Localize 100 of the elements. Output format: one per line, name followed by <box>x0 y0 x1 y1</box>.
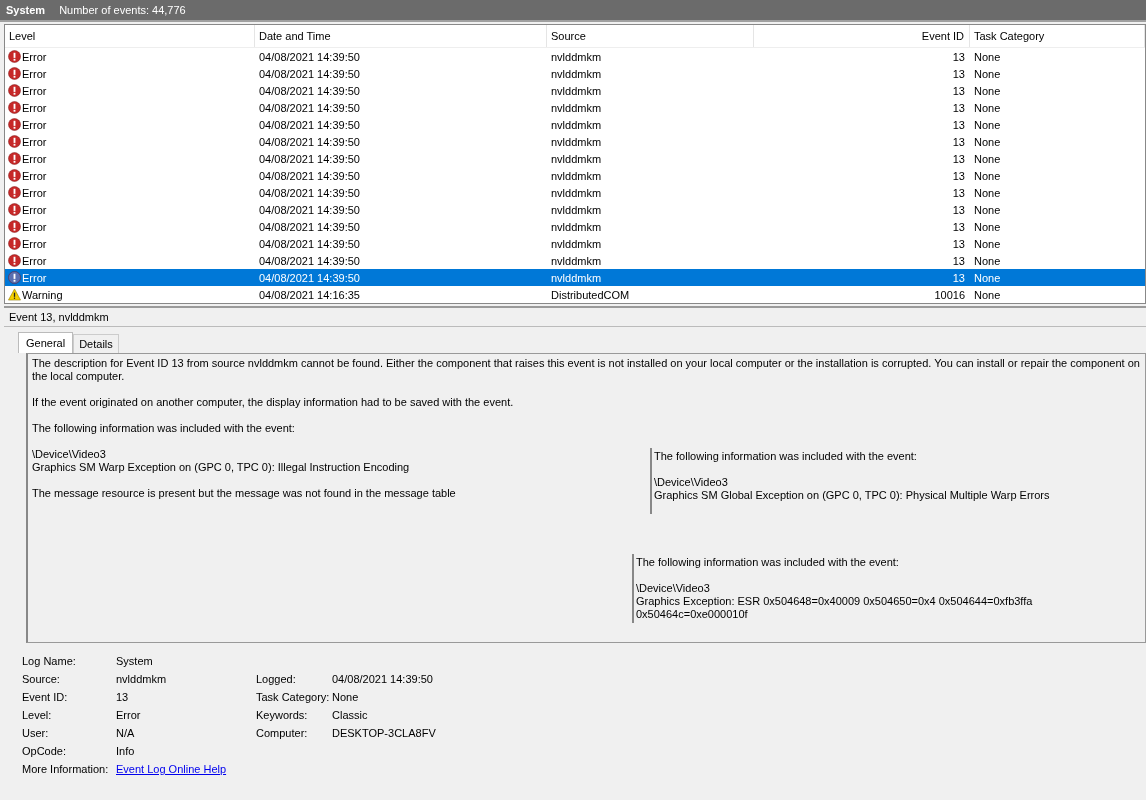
event-row[interactable]: Error 04/08/2021 14:39:50 nvlddmkm 13 None <box>5 201 1145 218</box>
event-id-cell-text: 13 <box>951 101 966 114</box>
event-row[interactable]: Error 04/08/2021 14:39:50 nvlddmkm 13 None <box>5 167 1145 184</box>
field-label: Logged: <box>256 673 297 686</box>
source-cell-text: nvlddmkm <box>550 169 603 182</box>
column-header[interactable]: Event ID <box>754 25 970 47</box>
error-icon <box>8 220 21 233</box>
level-text: Error <box>22 169 47 182</box>
event-row[interactable]: Error 04/08/2021 14:39:50 nvlddmkm 13 None <box>5 116 1145 133</box>
category-cell-text: None <box>973 152 1002 165</box>
level-text: Error <box>22 118 47 131</box>
info-line: Graphics Exception: ESR 0x504648=0x40009 0x504650=0x4 0x504644=0xfb3ffa 0x50464c=0xe000010f <box>636 595 1034 621</box>
event-id-cell-text: 13 <box>951 186 966 199</box>
error-icon <box>8 67 21 80</box>
event-row[interactable]: Error 04/08/2021 14:39:50 nvlddmkm 13 None <box>5 82 1145 99</box>
event-row[interactable]: Error 04/08/2021 14:39:50 nvlddmkm 13 None <box>5 150 1145 167</box>
field-value: N/A <box>116 727 136 740</box>
field-label: User: <box>22 727 50 740</box>
tab[interactable]: Details <box>73 334 119 353</box>
error-icon <box>8 186 21 199</box>
field-value: DESKTOP-3CLA8FV <box>332 727 437 740</box>
event-id-cell-text: 13 <box>951 220 966 233</box>
warning-icon <box>8 288 21 301</box>
field-label: More Information: <box>22 763 110 776</box>
column-header[interactable]: Source <box>547 25 754 47</box>
tab[interactable]: General <box>18 332 74 353</box>
category-cell-text: None <box>973 118 1002 131</box>
event-row[interactable]: Error 04/08/2021 14:39:50 nvlddmkm 13 None <box>5 269 1145 286</box>
error-icon <box>8 254 21 267</box>
event-title: Event 13, nvlddmkm <box>4 308 1146 327</box>
error-icon <box>8 271 21 284</box>
level-text: Error <box>22 186 47 199</box>
source-cell-text: nvlddmkm <box>550 203 603 216</box>
category-cell-text: None <box>973 220 1002 233</box>
field-value: 04/08/2021 14:39:50 <box>332 673 434 686</box>
date-cell-text: 04/08/2021 14:39:50 <box>258 186 361 199</box>
source-cell-text: nvlddmkm <box>550 271 603 284</box>
description-text: If the event originated on another computer, the display information had to be saved with the event. <box>32 396 515 409</box>
event-id-cell-text: 13 <box>951 271 966 284</box>
source-cell-text: nvlddmkm <box>550 152 603 165</box>
date-cell-text: 04/08/2021 14:39:50 <box>258 254 361 267</box>
event-row[interactable]: Error 04/08/2021 14:39:50 nvlddmkm 13 None <box>5 99 1145 116</box>
event-row[interactable]: Error 04/08/2021 14:39:50 nvlddmkm 13 None <box>5 65 1145 82</box>
error-icon <box>8 50 21 63</box>
help-link[interactable]: Event Log Online Help <box>116 763 256 776</box>
date-cell-text: 04/08/2021 14:39:50 <box>258 50 361 63</box>
level-text: Warning <box>22 288 63 301</box>
date-cell-text: 04/08/2021 14:39:50 <box>258 220 361 233</box>
category-cell-text: None <box>973 271 1002 284</box>
level-text: Error <box>22 203 47 216</box>
category-cell-text: None <box>973 84 1002 97</box>
level-text: Error <box>22 152 47 165</box>
info-line: \Device\Video3 <box>636 582 711 595</box>
event-row[interactable]: Error 04/08/2021 14:39:50 nvlddmkm 13 None <box>5 133 1145 150</box>
source-cell-text: nvlddmkm <box>550 254 603 267</box>
source-cell-text: nvlddmkm <box>550 135 603 148</box>
error-icon <box>8 152 21 165</box>
date-cell-text: 04/08/2021 14:39:50 <box>258 152 361 165</box>
category-cell-text: None <box>973 186 1002 199</box>
info-heading: The following information was included with the event: <box>636 556 900 569</box>
event-row[interactable]: Warning 04/08/2021 14:16:35 DistributedCOM 10016 None <box>5 286 1145 303</box>
source-cell-text: nvlddmkm <box>550 118 603 131</box>
field-label: OpCode: <box>22 745 68 758</box>
column-header[interactable]: Date and Time <box>255 25 547 47</box>
level-text: Error <box>22 84 47 97</box>
level-text: Error <box>22 50 47 63</box>
error-icon <box>8 203 21 216</box>
event-row[interactable]: Error 04/08/2021 14:39:50 nvlddmkm 13 None <box>5 235 1145 252</box>
field-value: 13 <box>116 691 130 704</box>
date-cell-text: 04/08/2021 14:39:50 <box>258 237 361 250</box>
date-cell-text: 04/08/2021 14:16:35 <box>258 288 361 301</box>
field-label: Log Name: <box>22 655 77 668</box>
source-cell-text: nvlddmkm <box>550 237 603 250</box>
category-cell-text: None <box>973 101 1002 114</box>
date-cell-text: 04/08/2021 14:39:50 <box>258 101 361 114</box>
info-line: Graphics SM Global Exception on (GPC 0, TPC 0): Physical Multiple Warp Errors <box>654 489 1051 502</box>
category-cell-text: None <box>973 288 1002 301</box>
event-row[interactable]: Error 04/08/2021 14:39:50 nvlddmkm 13 None <box>5 252 1145 269</box>
field-label: Keywords: <box>256 709 309 722</box>
column-header[interactable]: Task Category <box>970 25 1145 47</box>
date-cell-text: 04/08/2021 14:39:50 <box>258 67 361 80</box>
source-cell-text: nvlddmkm <box>550 67 603 80</box>
event-id-cell-text: 13 <box>951 152 966 165</box>
event-row[interactable]: Error 04/08/2021 14:39:50 nvlddmkm 13 None <box>5 184 1145 201</box>
event-id-cell-text: 13 <box>951 135 966 148</box>
event-row[interactable]: Error 04/08/2021 14:39:50 nvlddmkm 13 None <box>5 48 1145 65</box>
event-id-cell-text: 13 <box>951 50 966 63</box>
event-id-cell-text: 13 <box>951 118 966 131</box>
description-text: Graphics SM Warp Exception on (GPC 0, TPC 0): Illegal Instruction Encoding <box>32 461 411 474</box>
event-id-cell-text: 13 <box>951 169 966 182</box>
column-header[interactable]: Level <box>5 25 255 47</box>
event-row[interactable]: Error 04/08/2021 14:39:50 nvlddmkm 13 None <box>5 218 1145 235</box>
level-text: Error <box>22 254 47 267</box>
date-cell-text: 04/08/2021 14:39:50 <box>258 135 361 148</box>
level-text: Error <box>22 67 47 80</box>
description-text: The description for Event ID 13 from source nvlddmkm cannot be found. Either the component that raises this event is not installed on your local computer or the installation is corrupted. You can install or repair the component on the local computer. <box>32 357 1141 383</box>
level-text: Error <box>22 135 47 148</box>
event-id-cell-text: 13 <box>951 67 966 80</box>
field-label: Source: <box>22 673 61 686</box>
field-value: Info <box>116 745 136 758</box>
